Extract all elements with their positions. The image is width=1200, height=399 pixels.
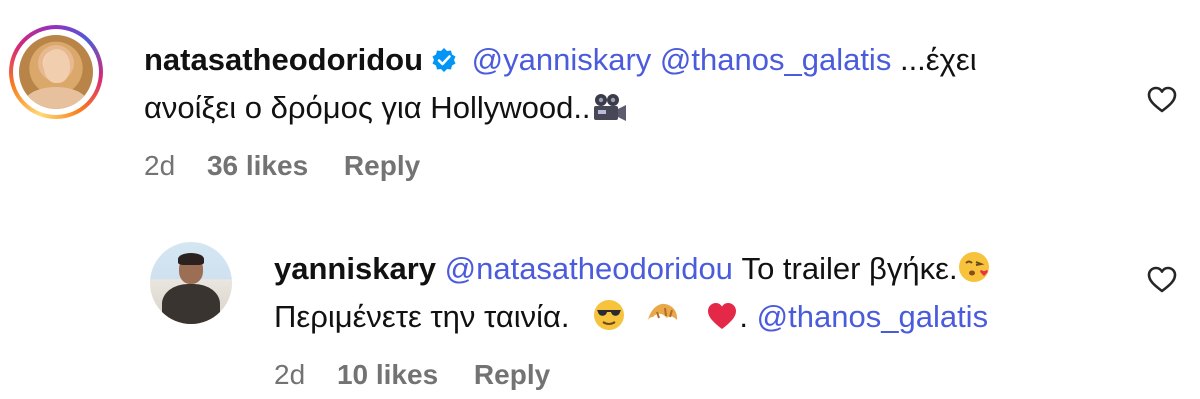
reply-button[interactable]: Reply	[344, 150, 420, 181]
like-heart-icon[interactable]	[1146, 84, 1178, 116]
croissant-icon	[645, 298, 681, 342]
reply-text-line-1: yanniskary @natasatheodoridou Το trailer…	[274, 249, 992, 294]
avatar[interactable]	[150, 242, 232, 324]
comment-time: 2d	[144, 150, 176, 181]
reply-text-line-2: Περιμένετε την ταινία. . @thanos_galatis	[274, 297, 988, 342]
reply-text: Περιμένετε την ταινία.	[274, 299, 570, 334]
reply-button[interactable]: Reply	[474, 359, 550, 390]
comment-text: ανοίξει ο δρόμος για Hollywood..	[144, 90, 591, 125]
likes-count[interactable]: 36 likes	[207, 150, 308, 181]
comment-text: ...έχει	[899, 42, 977, 77]
reply-text: .	[739, 299, 749, 334]
sunglasses-face-icon	[592, 298, 626, 342]
mention-link[interactable]: @thanos_galatis	[757, 299, 988, 334]
verified-badge-icon	[431, 43, 457, 72]
reply-time: 2d	[274, 359, 306, 390]
comment-username[interactable]: natasatheodoridou	[144, 42, 423, 77]
mention-link[interactable]: @yanniskary	[472, 42, 652, 77]
mention-link[interactable]: @natasatheodoridou	[445, 251, 733, 286]
reply-text: Το trailer βγήκε.	[741, 251, 958, 286]
movie-camera-icon	[591, 93, 627, 133]
comment-meta: 2d 36 likes Reply	[144, 150, 420, 182]
reply-meta: 2d 10 likes Reply	[274, 359, 550, 391]
red-heart-icon	[705, 300, 739, 342]
comment-text-line-2: ανοίξει ο δρόμος για Hollywood..	[144, 88, 627, 133]
mention-link[interactable]: @thanos_galatis	[660, 42, 891, 77]
like-heart-icon[interactable]	[1146, 264, 1178, 296]
face-blowing-kiss-icon	[958, 250, 992, 294]
likes-count[interactable]: 10 likes	[337, 359, 438, 390]
comment-text-line-1: natasatheodoridou @yanniskary @thanos_ga…	[144, 40, 977, 80]
avatar[interactable]	[19, 35, 93, 109]
reply-username[interactable]: yanniskary	[274, 251, 436, 286]
